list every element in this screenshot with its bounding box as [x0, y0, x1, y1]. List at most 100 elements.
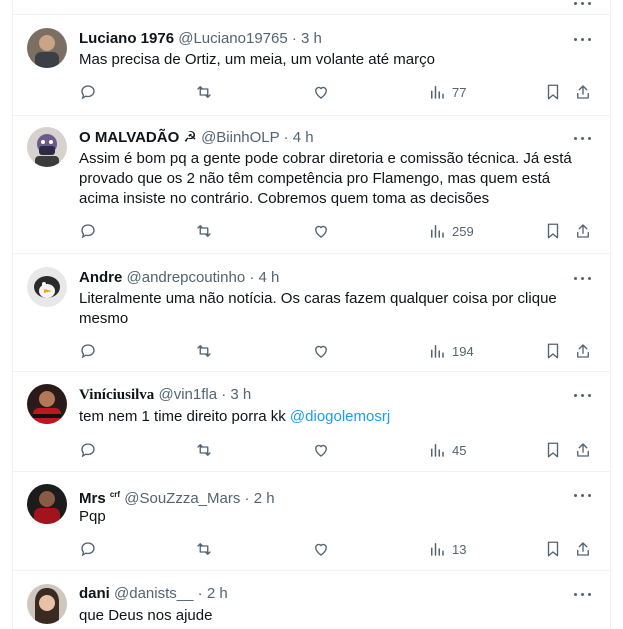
like-button[interactable] [312, 439, 330, 461]
tweet-text: Assim é bom pq a gente pode cobrar diret… [79, 150, 572, 207]
more-icon[interactable] [572, 585, 594, 603]
views-icon [431, 86, 444, 99]
views-icon [431, 225, 444, 238]
separator: · [193, 585, 207, 602]
bookmark-button[interactable] [544, 220, 562, 242]
tweet-header: Luciano 1976 @Luciano19765 · 3 h [79, 29, 322, 49]
avatar[interactable] [27, 384, 67, 424]
avatar[interactable] [27, 484, 67, 524]
tweet[interactable]: Luciano 1976 @Luciano19765 · 3 h Mas pre… [13, 15, 610, 116]
timestamp[interactable]: 4 h [259, 269, 280, 286]
share-icon [577, 224, 589, 238]
author-name[interactable]: Viníciusilva [79, 387, 154, 403]
retweet-button[interactable] [195, 340, 213, 362]
more-icon[interactable] [572, 386, 594, 404]
share-button[interactable] [574, 439, 592, 461]
author-handle[interactable]: @Luciano19765 [178, 30, 287, 47]
tweet-actions: 13 [79, 538, 599, 560]
share-button[interactable] [574, 340, 592, 362]
tweet[interactable]: dani @danists__ · 2 h que Deus nos ajude [13, 571, 610, 629]
reply-button[interactable] [79, 220, 97, 242]
share-icon [577, 344, 589, 358]
author-name[interactable]: Luciano 1976 [79, 30, 174, 47]
reply-button[interactable] [79, 538, 97, 560]
author-name-text: Mrs [79, 490, 106, 507]
author-name[interactable]: dani [79, 585, 110, 602]
separator: · [245, 269, 259, 286]
share-icon [577, 542, 589, 556]
share-button[interactable] [574, 81, 592, 103]
tweet-text: Pqp [79, 508, 106, 525]
timestamp[interactable]: 3 h [301, 30, 322, 47]
like-button[interactable] [312, 220, 330, 242]
author-handle[interactable]: @andrepcoutinho [127, 269, 246, 286]
like-button[interactable] [312, 340, 330, 362]
tweet-text: tem nem 1 time direito porra kk @diogole… [79, 407, 584, 427]
author-name[interactable]: Andre [79, 269, 122, 286]
bookmark-icon [547, 84, 559, 100]
separator: · [279, 129, 293, 146]
avatar[interactable] [27, 584, 67, 624]
bookmark-button[interactable] [544, 538, 562, 560]
views-count: 259 [452, 223, 474, 239]
reply-icon [81, 85, 95, 100]
tweet-actions: 194 [79, 340, 599, 362]
tweet[interactable]: O MALVADÃO ☭ @BiinhOLP · 4 h Assim é bom… [13, 116, 610, 254]
like-icon [315, 345, 327, 358]
tweet-text-content: tem nem 1 time direito porra kk [79, 408, 286, 425]
author-handle[interactable]: @BiinhOLP [201, 129, 279, 146]
tweet[interactable]: Mrs crf @SouZzza_Mars · 2 h Pqp 13 [13, 472, 610, 571]
views-button[interactable]: 194 [428, 340, 474, 362]
reply-icon [81, 344, 95, 359]
avatar[interactable] [27, 127, 67, 167]
author-handle[interactable]: @vin1fla [158, 386, 217, 403]
bookmark-button[interactable] [544, 340, 562, 362]
reply-button[interactable] [79, 340, 97, 362]
more-icon[interactable] [572, 129, 594, 147]
name-badge: crf [109, 490, 121, 499]
author-name[interactable]: O MALVADÃO ☭ [79, 129, 197, 146]
views-count: 194 [452, 343, 474, 359]
separator: · [287, 30, 302, 47]
views-button[interactable]: 259 [428, 220, 474, 242]
reply-button[interactable] [79, 439, 97, 461]
tweet-header: O MALVADÃO ☭ @BiinhOLP · 4 h [79, 128, 314, 148]
timestamp[interactable]: 2 h [207, 585, 228, 602]
retweet-button[interactable] [195, 538, 213, 560]
author-name[interactable]: Mrs crf [79, 490, 120, 507]
like-button[interactable] [312, 538, 330, 560]
retweet-button[interactable] [195, 439, 213, 461]
like-icon [315, 225, 327, 238]
author-handle[interactable]: @SouZzza_Mars [124, 490, 240, 507]
avatar[interactable] [27, 28, 67, 68]
views-count: 13 [452, 541, 467, 557]
views-button[interactable]: 77 [428, 81, 466, 103]
reply-icon [81, 542, 95, 557]
more-icon[interactable] [572, 269, 594, 287]
tweet-text: Literalmente uma não notícia. Os caras f… [79, 290, 557, 327]
share-button[interactable] [574, 538, 592, 560]
timestamp[interactable]: 4 h [293, 129, 314, 146]
more-icon[interactable] [572, 30, 594, 48]
views-button[interactable]: 45 [428, 439, 466, 461]
views-button[interactable]: 13 [428, 538, 466, 560]
bookmark-icon [547, 541, 559, 557]
share-button[interactable] [574, 220, 592, 242]
reply-button[interactable] [79, 81, 97, 103]
retweet-button[interactable] [195, 220, 213, 242]
tweet-actions: 77 [79, 81, 599, 103]
timestamp[interactable]: 3 h [230, 386, 251, 403]
tweet[interactable]: Viníciusilva @vin1fla · 3 h tem nem 1 ti… [13, 372, 610, 472]
bookmark-button[interactable] [544, 439, 562, 461]
more-icon[interactable] [572, 486, 594, 504]
retweet-icon [197, 345, 211, 357]
avatar[interactable] [27, 267, 67, 307]
timestamp[interactable]: 2 h [254, 490, 275, 507]
author-handle[interactable]: @danists__ [114, 585, 193, 602]
retweet-button[interactable] [195, 81, 213, 103]
mention-link[interactable]: @diogolemosrj [290, 408, 390, 425]
tweet[interactable]: Andre @andrepcoutinho · 4 h Literalmente… [13, 254, 610, 372]
like-button[interactable] [312, 81, 330, 103]
bookmark-button[interactable] [544, 81, 562, 103]
views-count: 45 [452, 442, 467, 458]
